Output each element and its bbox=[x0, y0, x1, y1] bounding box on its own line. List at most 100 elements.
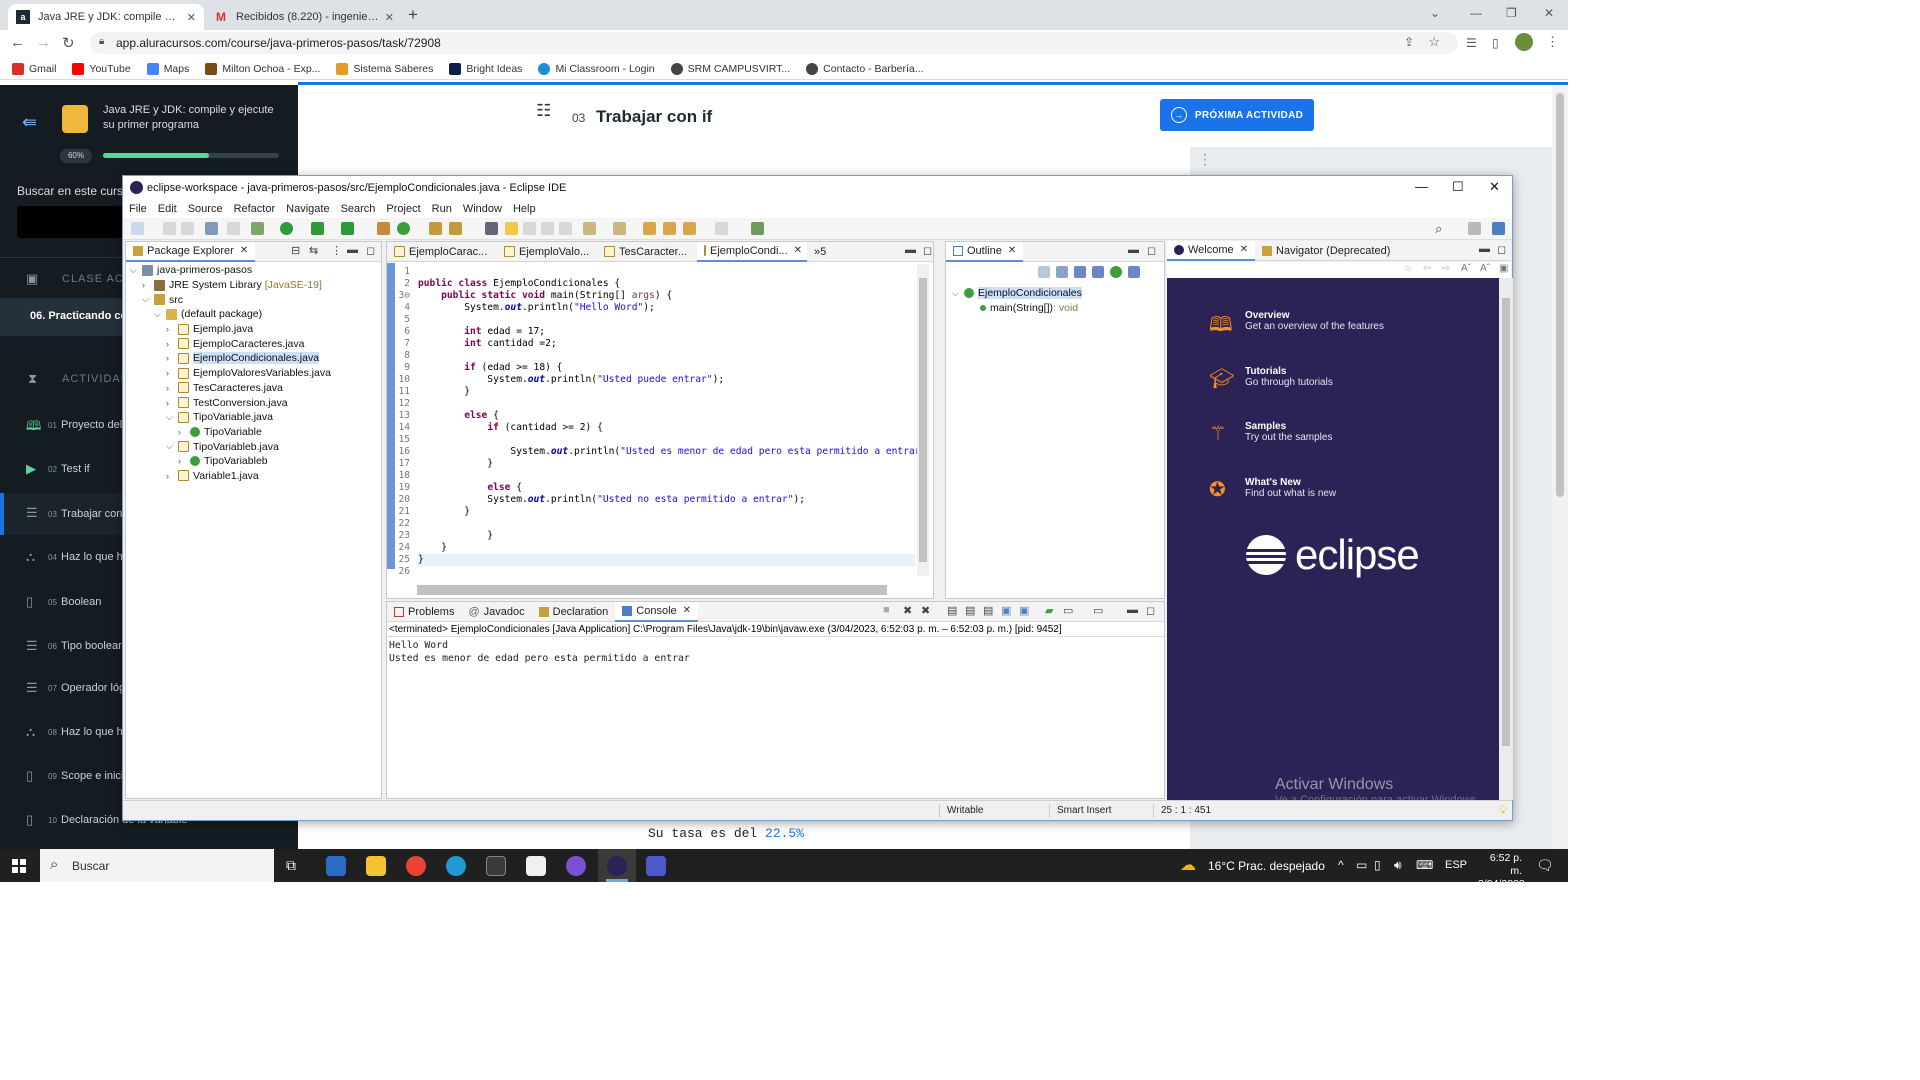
hide-local-types-icon[interactable] bbox=[1128, 266, 1140, 278]
display-console-icon[interactable]: ▭ bbox=[1063, 604, 1073, 617]
notifications-icon[interactable]: 🗨︎ bbox=[1536, 857, 1554, 874]
bookmark-star-icon[interactable]: ☆ bbox=[1428, 34, 1440, 50]
toggle-block-icon[interactable] bbox=[523, 222, 536, 235]
editor-vscrollbar[interactable] bbox=[917, 264, 929, 576]
menu-edit[interactable]: Edit bbox=[158, 203, 177, 215]
maximize-view-icon[interactable]: ◻ bbox=[1147, 244, 1156, 257]
close-view-icon[interactable]: ✕ bbox=[240, 245, 248, 256]
edge-icon[interactable] bbox=[446, 856, 466, 876]
store-icon[interactable] bbox=[486, 856, 506, 876]
scrollbar-thumb[interactable] bbox=[1502, 298, 1510, 746]
customize-icon[interactable]: ▣ bbox=[1499, 263, 1508, 274]
scrollbar-thumb[interactable] bbox=[919, 278, 927, 562]
open-console-icon[interactable]: ▭ bbox=[1093, 604, 1103, 617]
bookmark-classroom[interactable]: Mi Classroom - Login bbox=[538, 62, 655, 75]
tab-problems[interactable]: Problems bbox=[387, 602, 461, 622]
maximize-view-icon[interactable]: ◻ bbox=[923, 244, 932, 257]
welcome-overview[interactable]: 🕮︎ Overview Get an overview of the feature… bbox=[1209, 310, 1384, 336]
skip-breakpoints-icon[interactable] bbox=[227, 222, 240, 235]
view-menu-icon[interactable]: ⋮ bbox=[331, 244, 342, 257]
menu-project[interactable]: Project bbox=[386, 203, 420, 215]
close-view-icon[interactable]: ✕ bbox=[1008, 245, 1016, 256]
tree-item-file[interactable]: › TestConversion.java bbox=[130, 395, 331, 410]
new-icon[interactable] bbox=[131, 222, 144, 235]
minimize-view-icon[interactable]: ▬ bbox=[1479, 243, 1490, 255]
prev-annotation-icon[interactable] bbox=[613, 222, 626, 235]
mail-icon[interactable] bbox=[326, 856, 346, 876]
pin-icon[interactable] bbox=[485, 222, 498, 235]
tree-item-file[interactable]: › EjemploValoresVariables.java bbox=[130, 366, 331, 381]
tray-expand-icon[interactable]: ^ bbox=[1338, 858, 1344, 872]
reduce-font-icon[interactable]: Aˇ bbox=[1461, 263, 1471, 274]
more-editors-button[interactable]: »5 bbox=[807, 242, 833, 262]
restore-icon[interactable]: ❐ bbox=[1506, 6, 1517, 20]
maximize-view-icon[interactable]: ◻ bbox=[1497, 243, 1506, 256]
tab-search-icon[interactable]: ⌄ bbox=[1430, 6, 1440, 20]
tab-welcome[interactable]: Welcome ✕ bbox=[1167, 240, 1256, 261]
show-stderr-icon[interactable]: ▣ bbox=[1019, 604, 1029, 617]
bookmark-barberia[interactable]: Contacto - Barbería... bbox=[806, 62, 924, 75]
welcome-whats-new[interactable]: ✪ What's New Find out what is new bbox=[1209, 477, 1336, 501]
tree-item-file[interactable]: ⌵ TipoVariableb.java bbox=[130, 439, 331, 454]
tree-item-file[interactable]: › Variable1.java bbox=[130, 469, 331, 484]
remove-launch-icon[interactable]: ✖ bbox=[903, 604, 912, 617]
close-window-icon[interactable]: ✕ bbox=[1544, 6, 1554, 20]
maximize-view-icon[interactable]: ◻ bbox=[1146, 604, 1155, 617]
tree-item-class[interactable]: › TipoVariableb bbox=[130, 454, 331, 469]
language-indicator[interactable]: ESP bbox=[1445, 859, 1467, 871]
list-menu-icon[interactable]: ☷ bbox=[536, 101, 551, 121]
close-editor-icon[interactable]: ✕ bbox=[794, 245, 802, 256]
close-window-icon[interactable]: ✕ bbox=[1489, 179, 1500, 195]
tree-item-src[interactable]: ⌵ src bbox=[130, 292, 331, 307]
minimize-view-icon[interactable]: ▬ bbox=[905, 244, 916, 256]
clear-console-icon[interactable]: ▤ bbox=[947, 604, 957, 617]
debug-icon[interactable] bbox=[251, 222, 264, 235]
bookmark-gmail[interactable]: Gmail bbox=[12, 62, 56, 75]
whitespace-icon[interactable] bbox=[559, 222, 572, 235]
bookmark-maps[interactable]: Maps bbox=[146, 62, 189, 75]
tab-declaration[interactable]: Declaration bbox=[532, 602, 616, 622]
next-activity-button[interactable]: → PRÓXIMA ACTIVIDAD bbox=[1160, 99, 1314, 131]
close-tab-icon[interactable]: ✕ bbox=[385, 11, 394, 24]
outline-method-item[interactable]: main(String[]) : void bbox=[952, 301, 1082, 316]
menu-refactor[interactable]: Refactor bbox=[234, 203, 276, 215]
tab-outline[interactable]: Outline ✕ bbox=[946, 241, 1024, 262]
volume-icon[interactable]: 🔊︎ bbox=[1394, 858, 1402, 873]
welcome-samples[interactable]: ⚚ Samples Try out the samples bbox=[1209, 421, 1332, 445]
collapse-all-icon[interactable] bbox=[1038, 266, 1050, 278]
chrome-icon[interactable] bbox=[406, 856, 426, 876]
word-wrap-icon[interactable] bbox=[541, 222, 554, 235]
save-icon[interactable] bbox=[163, 222, 176, 235]
url-bar[interactable]: 🔒︎ app.aluracursos.com/course/java-prime… bbox=[90, 32, 1458, 54]
windows-start-icon[interactable] bbox=[12, 859, 26, 873]
menu-window[interactable]: Window bbox=[463, 203, 502, 215]
run-icon[interactable] bbox=[280, 222, 293, 235]
maximize-icon[interactable]: ☐ bbox=[1452, 179, 1464, 195]
tab-package-explorer[interactable]: Package Explorer ✕ bbox=[126, 241, 256, 262]
tree-item-class[interactable]: › TipoVariable bbox=[130, 425, 331, 440]
back-icon[interactable]: ← bbox=[10, 34, 25, 51]
editor-tab[interactable]: TesCaracter... bbox=[597, 242, 697, 262]
forward-icon[interactable]: → bbox=[36, 34, 51, 51]
minimize-icon[interactable]: — bbox=[1415, 179, 1428, 194]
open-perspective-icon[interactable] bbox=[751, 222, 764, 235]
remove-all-icon[interactable]: ✖ bbox=[921, 604, 930, 617]
more-options-icon[interactable]: ⋮ bbox=[1198, 151, 1212, 168]
outline-class-item[interactable]: ⌵ EjemploCondicionales bbox=[952, 286, 1082, 301]
tree-item-file[interactable]: › EjemploCaracteres.java bbox=[130, 336, 331, 351]
console-output[interactable]: Hello Word Usted es menor de edad pero es… bbox=[389, 640, 690, 665]
weather-text[interactable]: 16°C Prac. despejado bbox=[1208, 859, 1325, 873]
hide-nonpublic-icon[interactable] bbox=[1110, 266, 1122, 278]
java-perspective-icon[interactable] bbox=[1492, 222, 1505, 235]
tab-console[interactable]: Console ✕ bbox=[615, 601, 699, 622]
last-edit-icon[interactable] bbox=[643, 222, 656, 235]
course-search-input[interactable] bbox=[17, 206, 127, 238]
tree-item-package[interactable]: ⌵ (default package) bbox=[130, 307, 331, 322]
editor-tab[interactable]: EjemploValo... bbox=[497, 242, 597, 262]
close-tab-icon[interactable]: ✕ bbox=[187, 11, 196, 24]
minimize-view-icon[interactable]: ▬ bbox=[347, 244, 358, 256]
chrome-menu-icon[interactable]: ⋮ bbox=[1546, 34, 1559, 50]
tab-javadoc[interactable]: @ Javadoc bbox=[461, 602, 531, 622]
editor-tab[interactable]: EjemploCarac... bbox=[387, 242, 497, 262]
maximize-view-icon[interactable]: ◻ bbox=[366, 244, 375, 257]
